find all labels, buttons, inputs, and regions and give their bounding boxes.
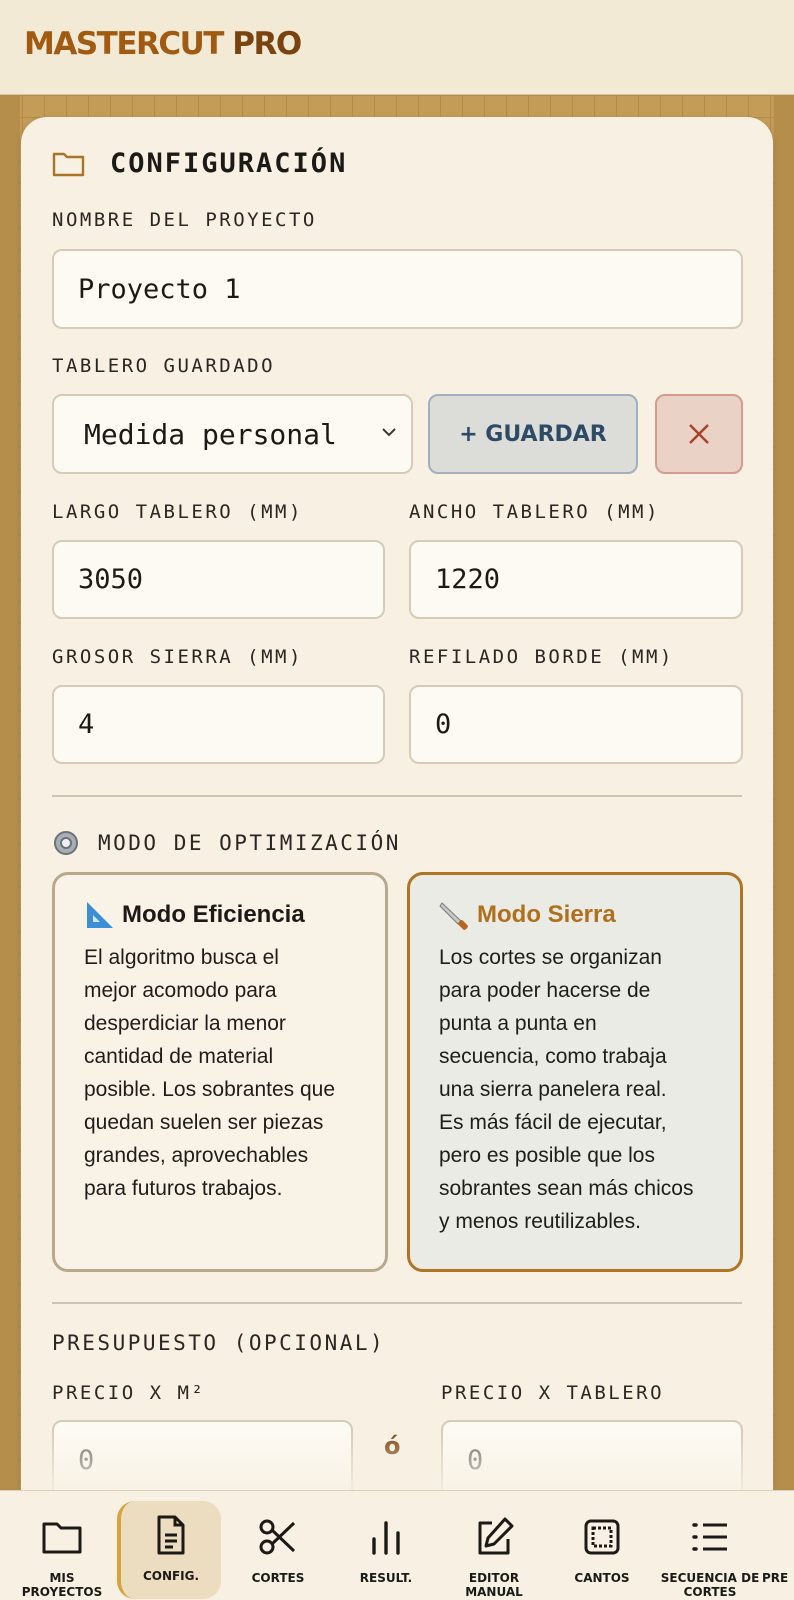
- board-width-input[interactable]: 1220: [409, 540, 743, 619]
- mode-name: Modo Eficiencia: [122, 901, 305, 928]
- page-title: CONFIGURACIÓN: [110, 148, 348, 179]
- scroll-fade: [21, 1430, 773, 1490]
- brand-pro: PRO: [222, 26, 302, 62]
- mode-card-saw[interactable]: Modo Sierra Los cortes se organizan para…: [407, 872, 743, 1272]
- edge-trim-label: REFILADO BORDE (MM): [409, 646, 674, 668]
- nav-label: RESULT.: [359, 1571, 413, 1585]
- folder-icon: [42, 1522, 82, 1554]
- close-icon: [689, 424, 709, 444]
- saw-thickness-input[interactable]: 4: [52, 685, 385, 764]
- nav-item-config[interactable]: CONFIG.: [117, 1501, 221, 1599]
- saved-board-value: Medida personal: [84, 417, 337, 451]
- nav-item-pre[interactable]: PRE: [762, 1491, 794, 1600]
- app-header: MASTERCUT PRO: [0, 0, 794, 95]
- nav-label: EDITOR MANUAL: [465, 1571, 523, 1599]
- folder-icon: [52, 152, 85, 176]
- price-m2-label: PRECIO X M²: [52, 1382, 206, 1404]
- bottom-nav: MIS PROYECTOS CONFIG. CORTES RESULT. EDI…: [0, 1490, 794, 1600]
- nav-label: PRE: [762, 1571, 789, 1585]
- delete-board-button[interactable]: [655, 394, 743, 474]
- board-length-label: LARGO TABLERO (MM): [52, 501, 303, 523]
- project-name-label: NOMBRE DEL PROYECTO: [52, 209, 317, 231]
- edge-trim-input[interactable]: 0: [409, 685, 743, 764]
- nav-label: CORTES: [251, 1571, 305, 1585]
- list-icon: [692, 1523, 727, 1551]
- save-board-button[interactable]: + GUARDAR: [428, 394, 638, 474]
- edit-icon: [478, 1517, 514, 1555]
- brand-logo[interactable]: MASTERCUT PRO: [24, 26, 302, 62]
- nav-item-editor-manual[interactable]: EDITOR MANUAL: [442, 1491, 546, 1600]
- mode-name: Modo Sierra: [477, 901, 616, 928]
- optimization-title-row: MODO DE OPTIMIZACIÓN: [52, 829, 401, 857]
- nav-label: SECUENCIA DE CORTES: [660, 1571, 760, 1599]
- mode-head: Modo Eficiencia: [84, 899, 361, 931]
- edge-square-icon: [584, 1519, 620, 1555]
- gear-icon: [54, 831, 78, 855]
- triangle-ruler-icon: [87, 902, 113, 928]
- optimization-title: MODO DE OPTIMIZACIÓN: [98, 831, 401, 855]
- nav-label: CANTOS: [574, 1571, 630, 1585]
- saw-thickness-label: GROSOR SIERRA (MM): [52, 646, 303, 668]
- document-icon: [157, 1515, 185, 1555]
- mode-description: El algoritmo busca el mejor acomodo para…: [84, 946, 336, 1200]
- nav-item-mis-proyectos[interactable]: MIS PROYECTOS: [10, 1491, 114, 1600]
- divider: [52, 1302, 742, 1304]
- saw-icon: [439, 902, 468, 930]
- saved-board-select[interactable]: Medida personal: [52, 394, 413, 474]
- saved-board-label: TABLERO GUARDADO: [52, 355, 276, 377]
- board-width-label: ANCHO TABLERO (MM): [409, 501, 660, 523]
- budget-title: PRESUPUESTO (OPCIONAL): [52, 1331, 386, 1355]
- nav-item-result[interactable]: RESULT.: [334, 1491, 438, 1600]
- bar-chart-icon: [372, 1521, 400, 1555]
- brand-name: MASTERCUT: [24, 26, 224, 62]
- mode-head: Modo Sierra: [439, 899, 716, 931]
- chevron-down-icon: [382, 428, 396, 437]
- config-card: [21, 117, 773, 1537]
- nav-item-secuencia-de-cortes[interactable]: SECUENCIA DE CORTES: [658, 1491, 762, 1600]
- nav-item-cortes[interactable]: CORTES: [226, 1491, 330, 1600]
- mode-description: Los cortes se organizan para poder hacer…: [439, 946, 694, 1233]
- project-name-input[interactable]: Proyecto 1: [52, 249, 743, 329]
- divider: [52, 795, 742, 797]
- config-section-title: CONFIGURACIÓN: [52, 148, 347, 179]
- nav-label: MIS PROYECTOS: [21, 1571, 103, 1599]
- scissors-icon: [259, 1519, 296, 1555]
- price-board-label: PRECIO X TABLERO: [441, 1382, 665, 1404]
- board-length-input[interactable]: 3050: [52, 540, 385, 619]
- nav-item-cantos[interactable]: CANTOS: [550, 1491, 654, 1600]
- mode-card-efficiency[interactable]: Modo Eficiencia El algoritmo busca el me…: [52, 872, 388, 1272]
- nav-label: CONFIG.: [142, 1569, 200, 1583]
